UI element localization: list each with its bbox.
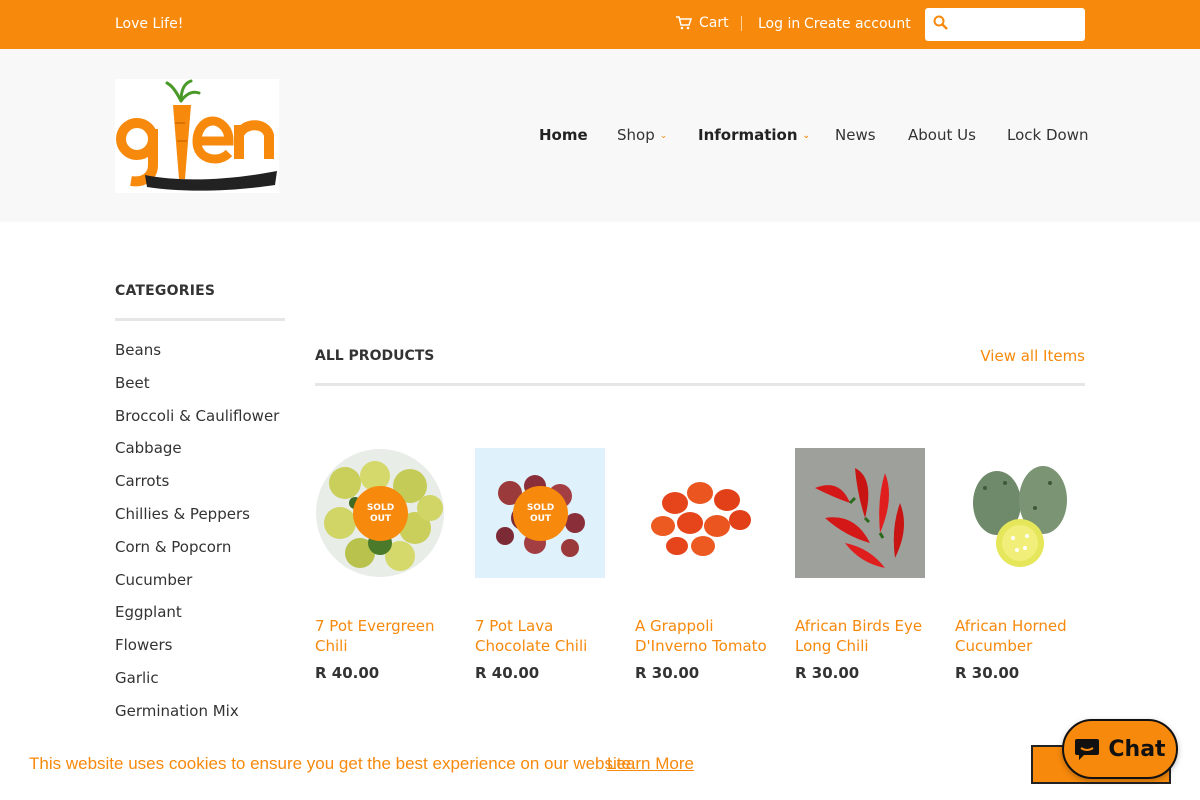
create-account-link[interactable]: Create account (804, 16, 911, 32)
cucumber-image (955, 448, 1085, 578)
product-price: R 30.00 (955, 664, 1020, 682)
cookie-text: This website uses cookies to ensure you … (29, 754, 636, 773)
site-logo[interactable] (115, 79, 279, 193)
product-price: R 40.00 (315, 664, 380, 682)
category-item[interactable]: Garlic (115, 668, 279, 701)
product-image[interactable] (955, 448, 1085, 578)
product-price: R 30.00 (635, 664, 700, 682)
cart-link[interactable]: Cart (676, 15, 729, 31)
sold-out-badge: SOLD OUT (353, 486, 408, 541)
chat-label: Chat (1108, 736, 1166, 762)
product-image[interactable] (635, 448, 765, 578)
product-image[interactable]: SOLD OUT (315, 448, 445, 578)
product-price: R 30.00 (795, 664, 860, 682)
nav-shop-label: Shop (617, 126, 655, 144)
tomato-image (635, 448, 765, 578)
category-item[interactable]: Broccoli & Cauliflower (115, 406, 279, 439)
nav-lockdown[interactable]: Lock Down (1007, 126, 1088, 144)
product-name[interactable]: 7 Pot Lava Chocolate Chili (475, 616, 610, 656)
product-name[interactable]: A Grappoli D'Inverno Tomato (635, 616, 770, 656)
product-card[interactable]: SOLD OUT 7 Pot Lava Chocolate Chili R 40… (475, 448, 605, 682)
search-input[interactable] (955, 12, 1080, 37)
product-card[interactable]: African Birds Eye Long Chili R 30.00 (795, 448, 925, 682)
product-name[interactable]: African Horned Cucumber (955, 616, 1090, 656)
chevron-down-icon: ⌄ (659, 131, 668, 141)
nav-home[interactable]: Home (539, 126, 588, 144)
nav-shop[interactable]: Shop ⌄ (617, 126, 667, 144)
nav-news-label: News (835, 126, 876, 144)
category-item[interactable]: Carrots (115, 471, 279, 504)
product-card[interactable]: African Horned Cucumber R 30.00 (955, 448, 1085, 682)
tagline: Love Life! (115, 16, 184, 32)
sold-out-badge: SOLD OUT (513, 486, 568, 541)
category-item[interactable]: Beans (115, 340, 279, 373)
search-icon[interactable] (933, 15, 949, 31)
nav-about[interactable]: About Us (908, 126, 976, 144)
product-card[interactable]: SOLD OUT 7 Pot Evergreen Chili R 40.00 (315, 448, 445, 682)
divider (315, 383, 1085, 386)
glen-logo (116, 79, 277, 191)
top-bar: Love Life! Cart Log in Create account (0, 0, 1200, 49)
nav-home-label: Home (539, 126, 588, 144)
search-box[interactable] (925, 8, 1085, 41)
cart-label: Cart (699, 15, 729, 31)
product-price: R 40.00 (475, 664, 540, 682)
category-item[interactable]: Flowers (115, 635, 279, 668)
learn-more-link[interactable]: Learn More (607, 754, 694, 774)
category-item[interactable]: Chillies & Peppers (115, 504, 279, 537)
nav-news[interactable]: News (835, 126, 876, 144)
category-item[interactable]: Cucumber (115, 570, 279, 603)
view-all-link[interactable]: View all Items (980, 347, 1085, 365)
nav-information[interactable]: Information ⌄ (698, 126, 810, 144)
login-link[interactable]: Log in (758, 16, 800, 32)
chat-button[interactable]: Chat (1062, 719, 1178, 779)
category-item[interactable]: Cabbage (115, 438, 279, 471)
nav-lockdown-label: Lock Down (1007, 126, 1089, 144)
categories-title: CATEGORIES (115, 283, 216, 299)
chevron-down-icon: ⌄ (802, 131, 811, 141)
product-name[interactable]: 7 Pot Evergreen Chili (315, 616, 450, 656)
chat-bubble-icon (1075, 739, 1100, 760)
product-image[interactable]: SOLD OUT (475, 448, 605, 578)
category-item[interactable]: Beet (115, 373, 279, 406)
divider (741, 16, 742, 31)
product-card[interactable]: A Grappoli D'Inverno Tomato R 30.00 (635, 448, 767, 682)
cookie-banner: This website uses cookies to ensure you … (0, 728, 1200, 800)
chili-image (795, 448, 925, 578)
category-item[interactable]: Corn & Popcorn (115, 537, 279, 570)
nav-information-label: Information (698, 126, 798, 144)
site-header: Home Shop ⌄ Information ⌄ News About Us … (0, 49, 1200, 222)
category-item[interactable]: Eggplant (115, 602, 279, 635)
product-image[interactable] (795, 448, 925, 578)
divider (115, 318, 285, 321)
category-list: Beans Beet Broccoli & Cauliflower Cabbag… (115, 340, 279, 734)
section-title: ALL PRODUCTS (315, 348, 435, 364)
product-name[interactable]: African Birds Eye Long Chili (795, 616, 930, 656)
cart-icon (676, 16, 692, 30)
nav-about-label: About Us (908, 126, 976, 144)
